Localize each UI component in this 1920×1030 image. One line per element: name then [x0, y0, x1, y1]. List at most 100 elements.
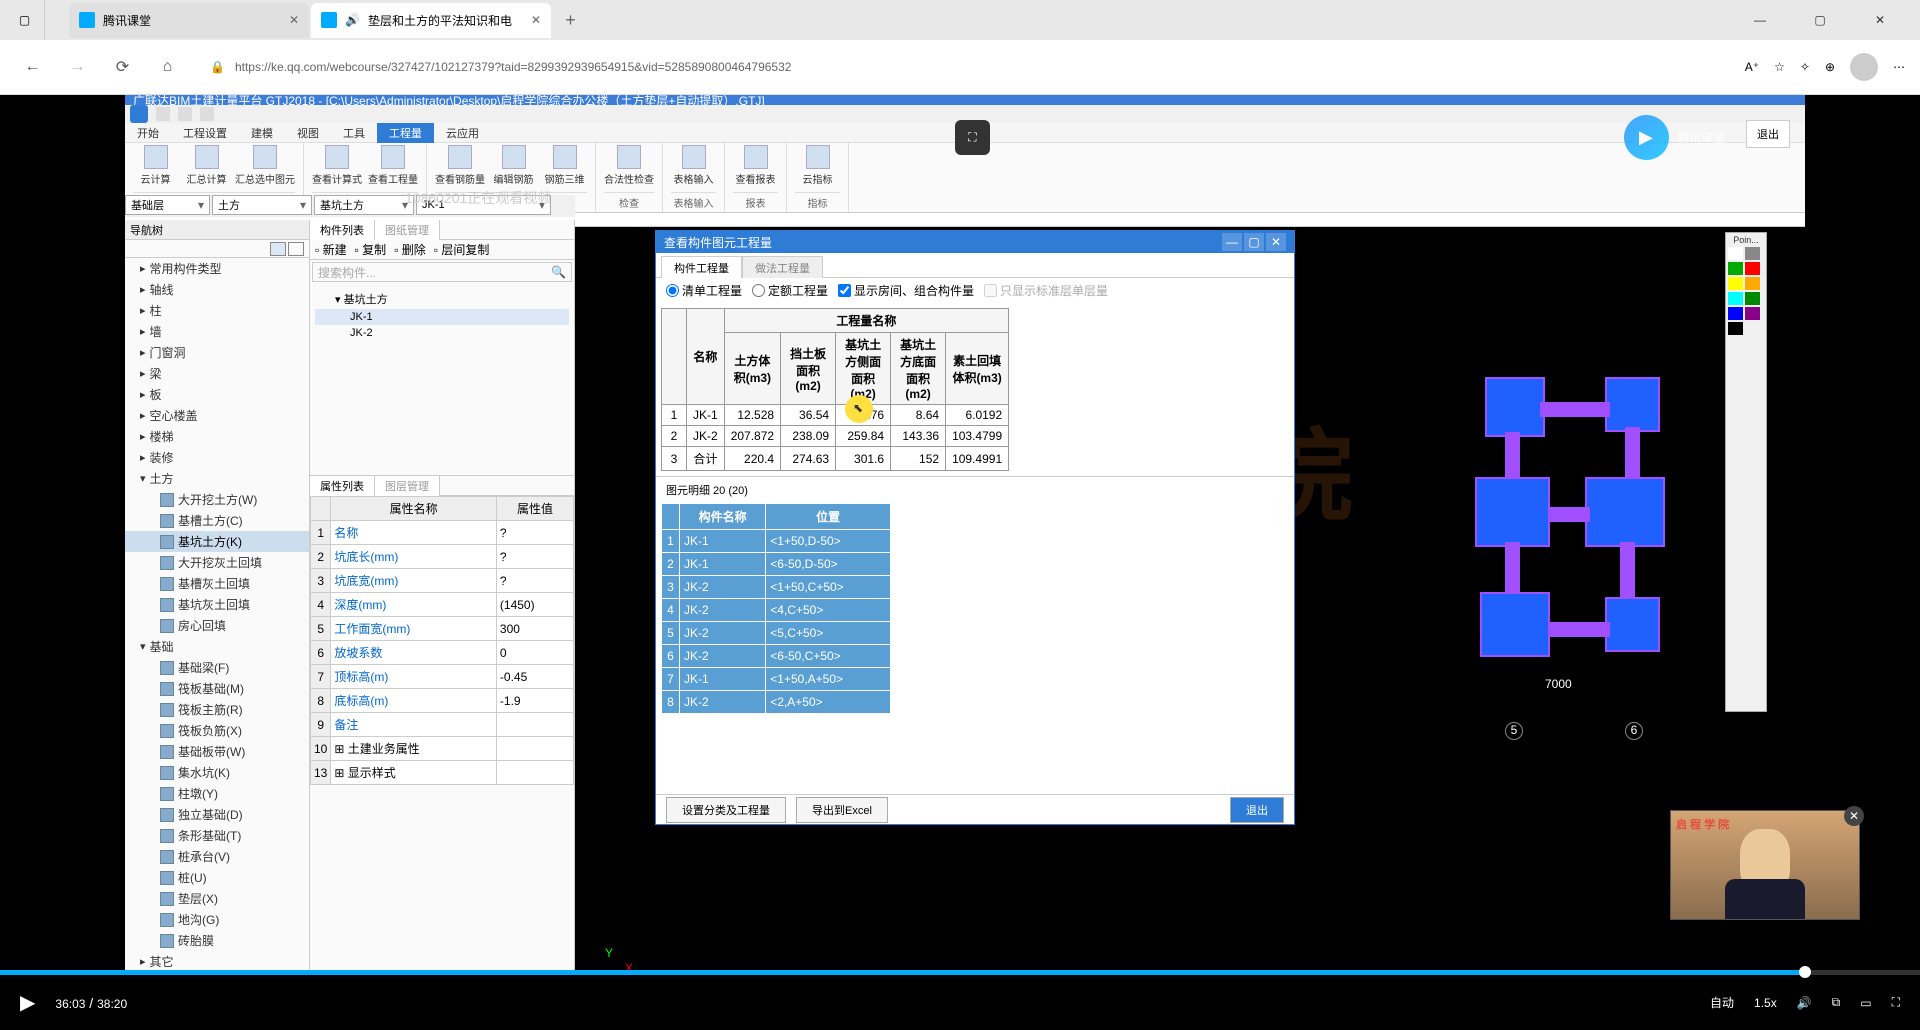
back-button[interactable]: ← — [15, 50, 50, 85]
table-row[interactable]: 1JK-112.52836.5441.768.646.0192 — [662, 405, 1009, 426]
ribbon-button[interactable]: 汇总计算 — [184, 145, 229, 192]
search-input[interactable]: 搜索构件... 🔍 — [312, 262, 572, 282]
menu-icon[interactable]: ⋯ — [1893, 60, 1905, 74]
qat-save-icon[interactable] — [156, 107, 170, 121]
tree-item[interactable]: ▸ 楼梯 — [125, 426, 309, 447]
new-tab-button[interactable]: + — [553, 3, 588, 38]
table-row[interactable]: 2JK-2207.872238.09259.84143.36103.4799 — [662, 426, 1009, 447]
detail-row[interactable]: 5JK-2<5,C+50> — [662, 622, 891, 645]
selector-1[interactable]: 土方▾ — [212, 195, 312, 215]
theater-icon[interactable]: ▭ — [1860, 996, 1871, 1010]
tree-item[interactable]: 基础梁(F) — [125, 657, 309, 678]
ribbon-tab-4[interactable]: 工具 — [331, 123, 377, 143]
selector-0[interactable]: 基础层▾ — [125, 195, 210, 215]
progress-knob[interactable] — [1799, 966, 1811, 978]
video-progress[interactable] — [0, 970, 1920, 975]
close-icon[interactable]: ✕ — [531, 13, 541, 27]
toolbar-button[interactable]: ▫ 新建 — [315, 241, 347, 258]
pip-icon[interactable]: ⧉ — [1832, 995, 1841, 1010]
tree-item[interactable]: 筏板主筋(R) — [125, 699, 309, 720]
detail-row[interactable]: 7JK-1<1+50,A+50> — [662, 668, 891, 691]
close-icon[interactable]: ✕ — [1844, 806, 1864, 826]
quality-button[interactable]: 自动 — [1710, 994, 1734, 1011]
maximize-icon[interactable]: ▢ — [1244, 233, 1264, 251]
property-row[interactable]: 2坑底长(mm)? — [311, 545, 574, 569]
tree-item[interactable]: ▸ 装修 — [125, 447, 309, 468]
property-row[interactable]: 6放坡系数0 — [311, 641, 574, 665]
view-list-icon[interactable] — [270, 242, 286, 256]
tree-item[interactable]: ▸ 常用构件类型 — [125, 258, 309, 279]
tree-item[interactable]: 桩承台(V) — [125, 846, 309, 867]
color-orange[interactable] — [1745, 277, 1760, 290]
view-grid-icon[interactable] — [288, 242, 304, 256]
tree-item[interactable]: 基槽土方(C) — [125, 510, 309, 531]
ribbon-button[interactable]: 汇总选中图元 — [235, 145, 295, 192]
webcam-overlay[interactable]: 启 程 学 院 ✕ — [1670, 810, 1860, 920]
property-row[interactable]: 5工作面宽(mm)300 — [311, 617, 574, 641]
property-row[interactable]: 4深度(mm)(1450) — [311, 593, 574, 617]
color-gray[interactable] — [1745, 247, 1760, 260]
url-input[interactable]: 🔒 https://ke.qq.com/webcourse/327427/102… — [195, 50, 1735, 85]
ribbon-button[interactable]: 查看工程量 — [368, 145, 418, 192]
component-item[interactable]: ▾ 基坑土方 — [315, 289, 569, 309]
exit-video-button[interactable]: 退出 — [1746, 120, 1790, 148]
toolbar-button[interactable]: ▫ 复制 — [355, 241, 387, 258]
browser-tab-2[interactable]: 🔊 垫层和土方的平法知识和电 ✕ — [311, 3, 551, 38]
search-icon[interactable]: 🔍 — [551, 265, 566, 279]
ribbon-button[interactable]: 钢筋三维 — [542, 145, 587, 192]
ribbon-tab-6[interactable]: 云应用 — [434, 123, 491, 143]
tab-manager-icon[interactable]: ▢ — [5, 0, 45, 40]
tree-item[interactable]: ▸ 轴线 — [125, 279, 309, 300]
forward-button[interactable]: → — [60, 50, 95, 85]
read-aloud-icon[interactable]: A⁺ — [1745, 60, 1759, 74]
ribbon-tab-3[interactable]: 视图 — [285, 123, 331, 143]
color-green[interactable] — [1728, 262, 1743, 275]
dialog-tab[interactable]: 构件工程量 — [661, 256, 742, 278]
tree-item[interactable]: ▾ 土方 — [125, 468, 309, 489]
color-darkgreen[interactable] — [1745, 292, 1760, 305]
exit-button[interactable]: 退出 — [1230, 797, 1284, 823]
toolbar-button[interactable]: ▫ 删除 — [394, 241, 426, 258]
radio-qingdan[interactable]: 清单工程量 — [666, 282, 742, 299]
color-blue[interactable] — [1728, 307, 1743, 320]
tree-item[interactable]: ▸ 其它 — [125, 951, 309, 968]
ribbon-tab-0[interactable]: 开始 — [125, 123, 171, 143]
ribbon-tab-5[interactable]: 工程量 — [377, 123, 434, 143]
ribbon-button[interactable]: 查看钢筋量 — [435, 145, 485, 192]
tree-item[interactable]: ▸ 门窗洞 — [125, 342, 309, 363]
collections-icon[interactable]: ⊕ — [1825, 60, 1835, 74]
minimize-icon[interactable]: — — [1222, 233, 1242, 251]
ribbon-tab-1[interactable]: 工程设置 — [171, 123, 239, 143]
tree-item[interactable]: 基槽灰土回填 — [125, 573, 309, 594]
play-button[interactable]: ▶ — [20, 990, 35, 1015]
minimize-button[interactable]: — — [1740, 5, 1780, 35]
qat-undo-icon[interactable] — [178, 107, 192, 121]
selector-2[interactable]: 基坑土方▾ — [314, 195, 414, 215]
color-yellow[interactable] — [1728, 277, 1743, 290]
tree-item[interactable]: 砖胎膜 — [125, 930, 309, 951]
component-item[interactable]: JK-2 — [315, 325, 569, 341]
fullscreen-icon[interactable]: ⛶ — [1892, 995, 1900, 1010]
ribbon-button[interactable]: 查看计算式 — [312, 145, 362, 192]
ribbon-button[interactable]: 编辑钢筋 — [491, 145, 536, 192]
detail-row[interactable]: 1JK-1<1+50,D-50> — [662, 530, 891, 553]
maximize-button[interactable]: ▢ — [1800, 5, 1840, 35]
color-red[interactable] — [1745, 262, 1760, 275]
tree-item[interactable]: ▸ 柱 — [125, 300, 309, 321]
detail-row[interactable]: 2JK-1<6-50,D-50> — [662, 553, 891, 576]
property-row[interactable]: 10⊞ 土建业务属性 — [311, 737, 574, 761]
property-row[interactable]: 8底标高(m)-1.9 — [311, 689, 574, 713]
ribbon-tab-2[interactable]: 建模 — [239, 123, 285, 143]
detail-row[interactable]: 3JK-2<1+50,C+50> — [662, 576, 891, 599]
tree-item[interactable]: 地沟(G) — [125, 909, 309, 930]
property-row[interactable]: 7顶标高(m)-0.45 — [311, 665, 574, 689]
tree-item[interactable]: 独立基础(D) — [125, 804, 309, 825]
component-item[interactable]: JK-1 — [315, 309, 569, 325]
tree-item[interactable]: ▸ 梁 — [125, 363, 309, 384]
ribbon-button[interactable]: 云指标 — [795, 145, 840, 192]
tree-item[interactable]: 大开挖灰土回填 — [125, 552, 309, 573]
check-biaozhun[interactable]: 只显示标准层单层量 — [984, 282, 1108, 299]
tree-item[interactable]: 集水坑(K) — [125, 762, 309, 783]
screenshot-icon[interactable]: ⛶ — [955, 120, 990, 155]
home-button[interactable]: ⌂ — [150, 50, 185, 85]
